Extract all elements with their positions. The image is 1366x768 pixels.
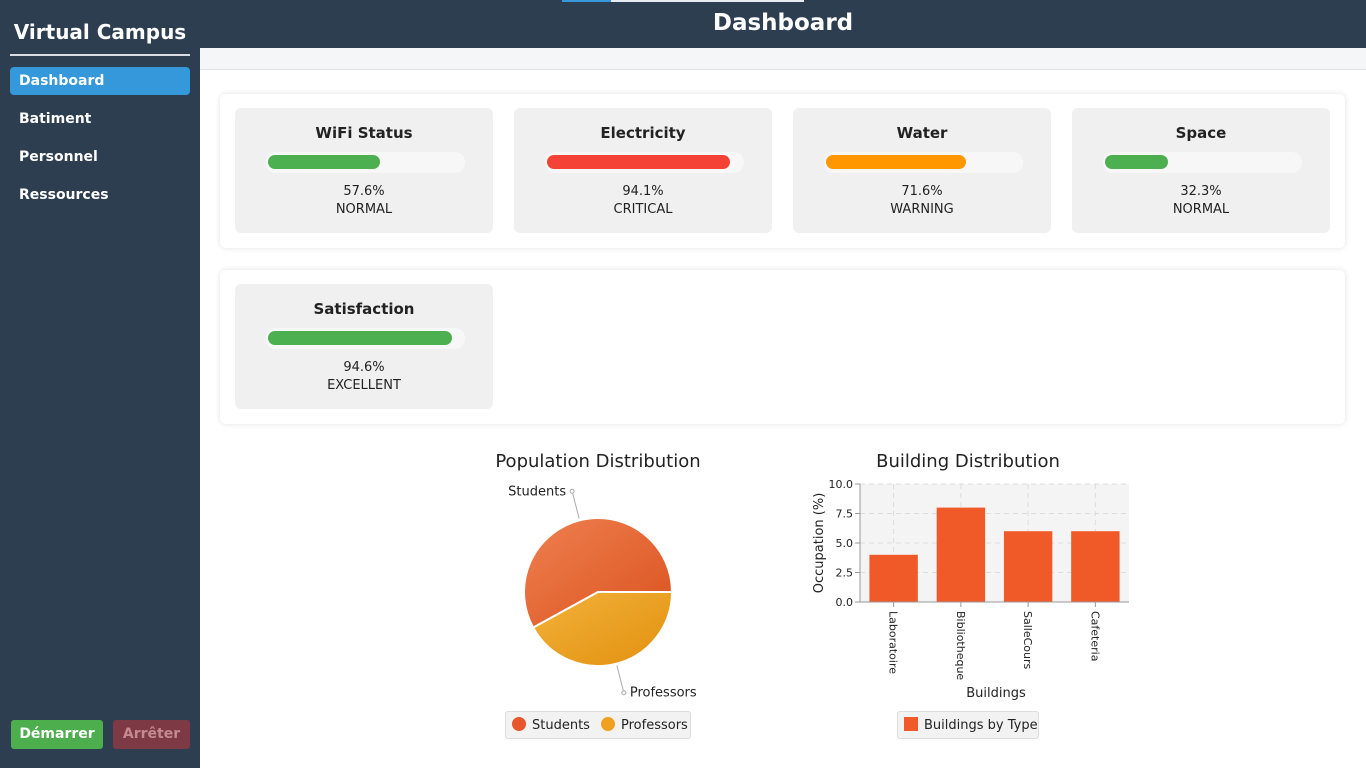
top-indicator-segment — [562, 0, 611, 2]
metric-title: Satisfaction — [313, 300, 415, 318]
pie-label-line — [616, 665, 625, 693]
y-tick-label: 0.0 — [836, 596, 854, 609]
metric-status: WARNING — [890, 202, 954, 217]
x-tick-label: Laboratoire — [887, 611, 900, 674]
metric-title: WiFi Status — [315, 124, 413, 142]
sidebar-item-dashboard[interactable]: Dashboard — [10, 67, 190, 95]
sidebar-item-batiment[interactable]: Batiment — [10, 105, 190, 133]
pie-label-dot — [569, 488, 575, 494]
y-tick-label: 10.0 — [829, 478, 854, 491]
metric-status: EXCELLENT — [327, 378, 401, 393]
bar-legend: Buildings by Type — [897, 711, 1039, 739]
legend-label: Professors — [621, 718, 688, 733]
legend-label: Buildings by Type — [924, 718, 1038, 733]
progress-track — [266, 152, 465, 173]
x-tick-label: Bibliotheque — [954, 611, 967, 680]
progress-track — [545, 152, 744, 173]
metric-card-satisfaction: Satisfaction 94.6% EXCELLENT — [235, 284, 493, 409]
population-pie-chart: Students Professors — [508, 484, 697, 701]
bar-laboratoire — [869, 554, 918, 602]
sidebar-item-personnel[interactable]: Personnel — [10, 143, 190, 171]
metric-card-electricity: Electricity 94.1% CRITICAL — [514, 108, 772, 233]
x-axis-label: Buildings — [966, 686, 1026, 701]
y-tick-label: 7.5 — [836, 508, 854, 521]
progress-fill — [1105, 155, 1168, 169]
pie-label-line — [571, 491, 580, 519]
buildings-swatch — [904, 717, 918, 731]
progress-fill — [547, 155, 730, 169]
professors-swatch — [601, 717, 615, 731]
progress-fill — [268, 331, 452, 345]
legend-item-students: Students — [512, 717, 590, 734]
bar-chart-title: Building Distribution — [876, 451, 1060, 472]
stop-button[interactable]: Arrêter — [113, 720, 190, 749]
bar-bibliotheque — [936, 507, 986, 602]
metric-title: Space — [1175, 124, 1227, 142]
progress-track — [1103, 152, 1302, 173]
progress-track — [266, 328, 465, 349]
pie-chart-title: Population Distribution — [495, 451, 701, 472]
metric-title: Water — [896, 124, 948, 142]
metric-value: 32.3% — [1180, 184, 1222, 199]
toolbar-strip — [200, 48, 1366, 70]
bar-cafeteria — [1071, 531, 1120, 602]
legend-item-professors: Professors — [601, 717, 688, 734]
metric-status: NORMAL — [1172, 202, 1230, 217]
sidebar-item-ressources[interactable]: Ressources — [10, 181, 190, 209]
progress-fill — [268, 155, 380, 169]
y-axis-label: Occupation (%) — [812, 493, 827, 594]
metric-title: Electricity — [600, 124, 686, 142]
pie-label-professors: Professors — [630, 686, 697, 701]
metric-status: NORMAL — [335, 202, 393, 217]
metric-value: 57.6% — [343, 184, 385, 199]
metric-card-wifi: WiFi Status 57.6% NORMAL — [235, 108, 493, 233]
metric-value: 94.6% — [343, 360, 385, 375]
progress-track — [824, 152, 1023, 173]
x-tick-label: Cafeteria — [1088, 611, 1101, 661]
legend-label: Students — [532, 718, 590, 733]
metrics-panel: WiFi Status 57.6% NORMAL Electricity 94.… — [220, 94, 1345, 248]
metric-value: 71.6% — [901, 184, 943, 199]
satisfaction-panel: Satisfaction 94.6% EXCELLENT — [220, 270, 1345, 424]
sidebar: Virtual Campus Dashboard Batiment Person… — [0, 0, 200, 768]
y-tick-label: 2.5 — [836, 567, 854, 580]
pie-legend: Students Professors — [505, 711, 691, 739]
x-tick-label: SalleCours — [1021, 611, 1034, 670]
students-swatch — [512, 717, 526, 731]
bar-sallecours — [1003, 531, 1053, 602]
legend-item-buildings: Buildings by Type — [904, 717, 1038, 734]
building-bar-chart: 0.0 2.5 5.0 7.5 10.0 Laboratoire Bibliotheque S… — [812, 478, 1129, 701]
brand-divider — [10, 54, 190, 56]
app-title: Virtual Campus — [13, 20, 187, 44]
pie-label-students: Students — [508, 484, 566, 499]
metric-card-water: Water 71.6% WARNING — [793, 108, 1051, 233]
progress-fill — [826, 155, 966, 169]
start-button[interactable]: Démarrer — [11, 720, 103, 749]
metric-card-space: Space 32.3% NORMAL — [1072, 108, 1330, 233]
y-tick-label: 5.0 — [836, 537, 854, 550]
metric-value: 94.1% — [622, 184, 664, 199]
pie-label-dot — [621, 690, 627, 696]
metric-status: CRITICAL — [613, 202, 673, 217]
page-title: Dashboard — [712, 10, 854, 36]
